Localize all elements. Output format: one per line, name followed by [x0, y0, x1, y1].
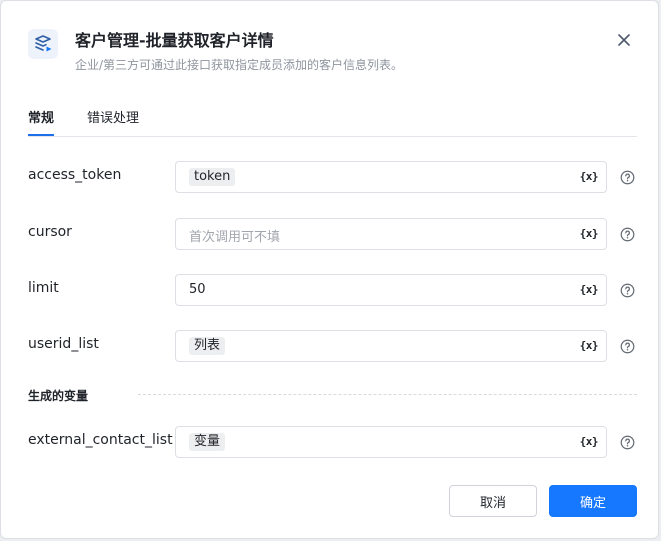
confirm-button[interactable]: 确定 [549, 485, 637, 517]
close-icon[interactable] [613, 29, 635, 51]
dialog-title: 客户管理-批量获取客户详情 [75, 31, 274, 50]
field-label-external-contact-list: external_contact_list [28, 432, 173, 448]
cursor-input[interactable]: 首次调用可不填 {x} [175, 218, 607, 250]
insert-variable-button[interactable]: {x} [580, 227, 599, 240]
cancel-button[interactable]: 取消 [449, 485, 537, 517]
field-label-access-token: access_token [28, 167, 122, 183]
tab-general[interactable]: 常规 [28, 109, 55, 136]
insert-variable-button[interactable]: {x} [580, 170, 599, 183]
field-label-userid-list: userid_list [28, 336, 99, 352]
insert-variable-button[interactable]: {x} [580, 339, 599, 352]
tab-error-handling[interactable]: 错误处理 [87, 109, 139, 129]
variable-tag[interactable]: 变量 [189, 433, 226, 451]
access-token-input[interactable]: token {x} [175, 161, 607, 193]
insert-variable-button[interactable]: {x} [580, 283, 599, 296]
tab-bar: 常规 错误处理 [28, 109, 637, 137]
field-label-cursor: cursor [28, 224, 72, 240]
section-divider [138, 394, 637, 395]
help-icon[interactable] [620, 339, 635, 354]
dialog-subtitle: 企业/第三方可通过此接口获取指定成员添加的客户信息列表。 [75, 58, 404, 72]
cursor-placeholder: 首次调用可不填 [189, 230, 281, 245]
userid-list-input[interactable]: 列表 {x} [175, 330, 607, 362]
limit-input[interactable]: 50 {x} [175, 274, 607, 306]
layers-play-icon [28, 29, 58, 59]
external-contact-list-input[interactable]: 变量 {x} [175, 426, 607, 458]
field-label-limit: limit [28, 280, 59, 296]
output-section-title: 生成的变量 [28, 389, 89, 403]
help-icon[interactable] [620, 227, 635, 242]
help-icon[interactable] [620, 283, 635, 298]
help-icon[interactable] [620, 170, 635, 185]
limit-value: 50 [189, 282, 206, 297]
variable-tag[interactable]: token [189, 168, 236, 186]
insert-variable-button[interactable]: {x} [580, 435, 599, 448]
variable-tag[interactable]: 列表 [189, 337, 226, 355]
help-icon[interactable] [620, 435, 635, 450]
dialog: 客户管理-批量获取客户详情 企业/第三方可通过此接口获取指定成员添加的客户信息列… [0, 0, 659, 539]
